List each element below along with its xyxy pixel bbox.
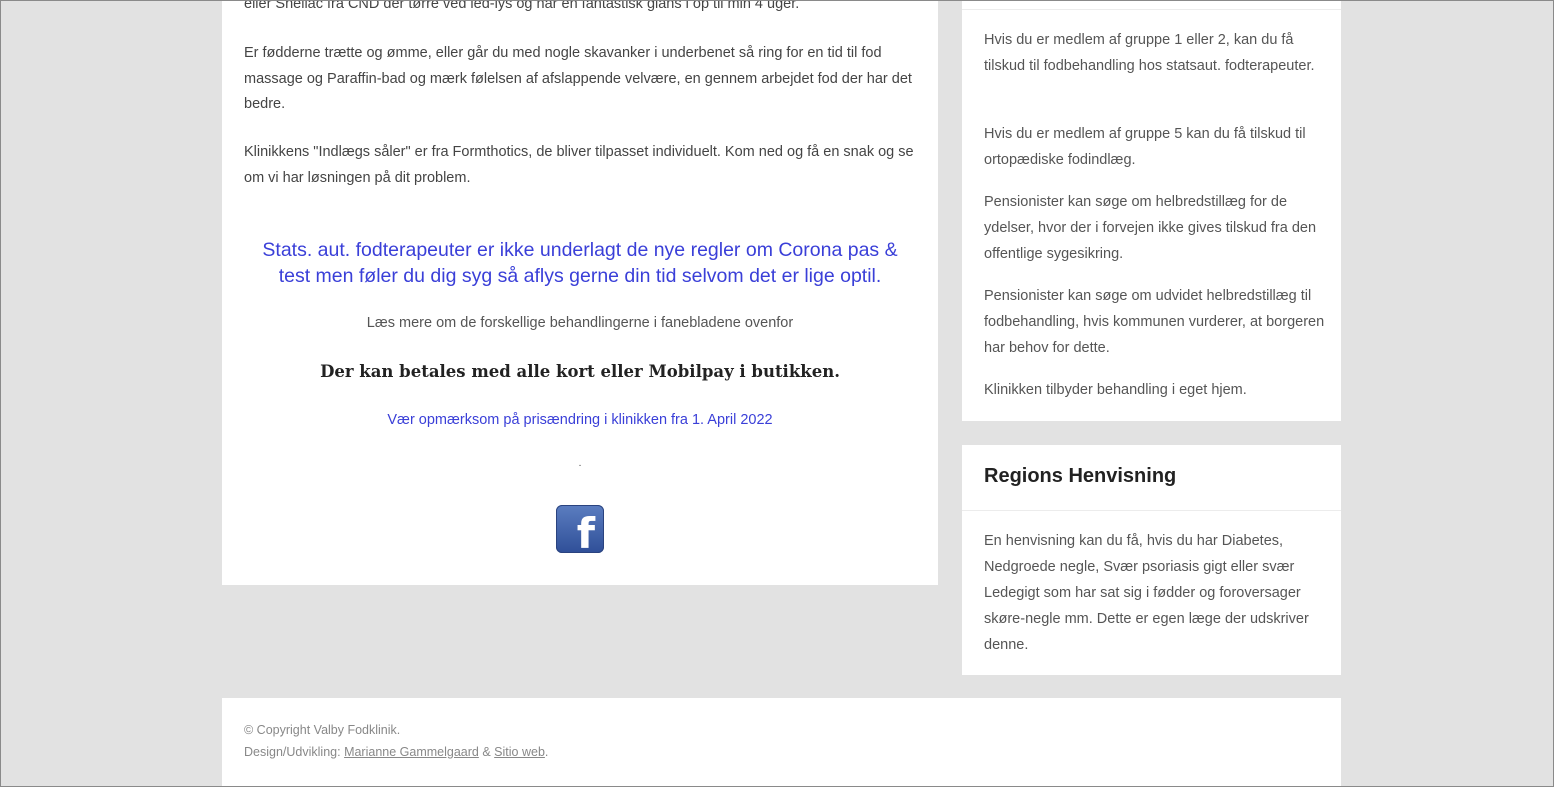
main-content: eller Shellac fra CND der tørre ved led-… bbox=[222, 0, 938, 585]
home-treatment: Klinikken tilbyder behandling i eget hje… bbox=[984, 382, 1247, 398]
facebook-f-glyph: f bbox=[576, 509, 595, 558]
facebook-icon[interactable]: f bbox=[556, 505, 604, 558]
agency-link[interactable]: Sitio web bbox=[494, 745, 545, 759]
payment-text: Der kan betales med alle kort eller Mobi… bbox=[320, 362, 840, 381]
amp: & bbox=[482, 745, 491, 759]
dot-separator: . bbox=[578, 458, 582, 469]
referral-title: Regions Henvisning bbox=[984, 465, 1177, 487]
para-foot-massage: Er fødderne trætte og ømme, eller går du… bbox=[244, 45, 912, 112]
para-shellac: eller Shellac fra CND der tørre ved led-… bbox=[244, 0, 800, 12]
designer-link[interactable]: Marianne Gammelgaard bbox=[344, 745, 479, 759]
subsidy-box: Hvis du er medlem af gruppe 1 eller 2, k… bbox=[962, 0, 1341, 421]
subsidy-group-1-2: Hvis du er medlem af gruppe 1 eller 2, k… bbox=[984, 32, 1315, 74]
copyright: © Copyright Valby Fodklinik. bbox=[244, 723, 401, 737]
box-divider bbox=[962, 9, 1341, 10]
corona-notice: Stats. aut. fodterapeuter er ikke underl… bbox=[262, 239, 898, 287]
footer: © Copyright Valby Fodklinik. Design/Udvi… bbox=[222, 698, 1341, 787]
referral-text: En henvisning kan du få, hvis du har Dia… bbox=[984, 533, 1309, 653]
subsidy-pensioners: Pensionister kan søge om helbredstillæg … bbox=[984, 194, 1317, 262]
design-label: Design/Udvikling: bbox=[244, 745, 341, 759]
subsidy-extended: Pensionister kan søge om udvidet helbred… bbox=[984, 288, 1325, 356]
para-insoles: Klinikkens "Indlægs såler" er fra Formth… bbox=[244, 144, 914, 186]
box-divider bbox=[962, 510, 1341, 511]
period: . bbox=[544, 745, 549, 759]
price-change-notice: Vær opmærksom på prisændring i klinikken… bbox=[387, 412, 773, 428]
design-credit: Design/Udvikling: Marianne Gammelgaard &… bbox=[244, 745, 548, 759]
subsidy-group-5: Hvis du er medlem af gruppe 5 kan du få … bbox=[984, 126, 1306, 168]
referral-box: Regions Henvisning En henvisning kan du … bbox=[962, 445, 1341, 675]
read-more-text: Læs mere om de forskellige behandlingern… bbox=[366, 315, 794, 331]
